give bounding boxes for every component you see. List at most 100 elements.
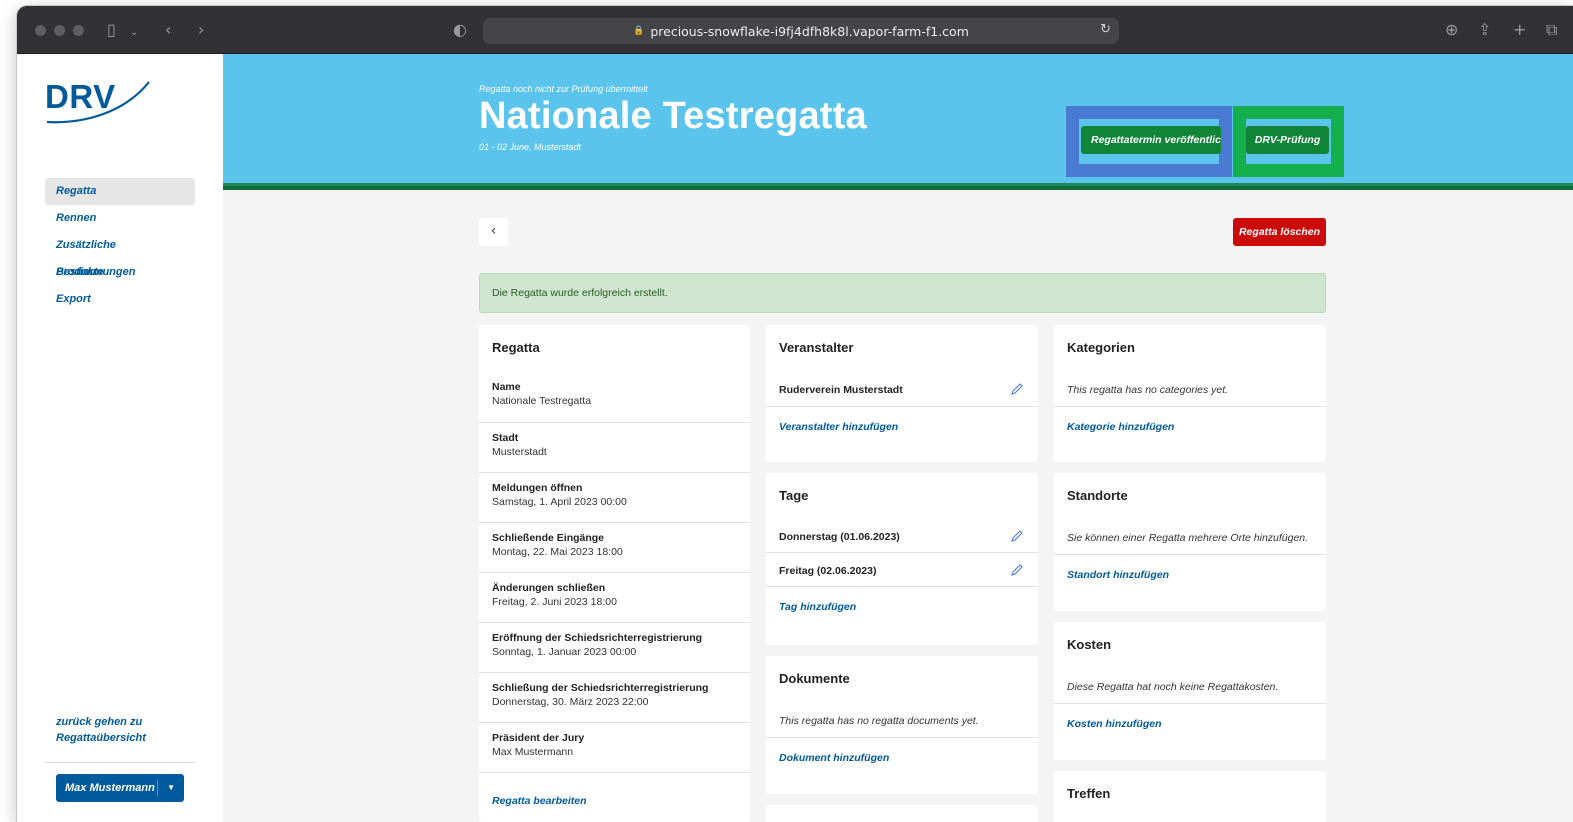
field-value: Nationale Testregatta [492,395,592,407]
user-menu-separator [157,780,158,796]
add-day-link[interactable]: Tag hinzufügen [766,601,1038,613]
field-value: Musterstadt [492,446,547,458]
regatta-status: Regatta noch nicht zur Prüfung übermitte… [479,84,648,94]
sidebar-nav: Regatta Rennen Zusätzliche Bestimmungen … [45,178,195,313]
privacy-shield-icon[interactable]: ◐ [453,20,467,40]
sidebar-divider [45,762,195,763]
kategorien-card: Kategorien This regatta has no categorie… [1054,325,1326,462]
field-row: Schließende Eingänge Montag, 22. Mai 202… [479,523,750,573]
regatta-card: Regatta Name Nationale Testregatta Stadt… [479,325,750,822]
field-value: Freitag, 2. Juni 2023 18:00 [492,596,617,608]
browser-window: ▯ ⌄ ‹ › ◐ 🔒 precious-snowflake-i9fj4dfh8… [17,6,1573,822]
empty-state-text: Diese Regatta hat noch keine Regattakost… [1067,681,1279,693]
sidebar-toggle-icon[interactable]: ▯ [107,20,116,40]
list-item: Donnerstag (01.06.2023) [766,519,1038,553]
field-row: Schließung der Schiedsrichterregistrieru… [479,673,750,723]
drv-logo[interactable]: DRV [45,78,155,128]
card-title: Dokumente [779,671,850,686]
add-category-link[interactable]: Kategorie hinzufügen [1054,421,1326,433]
day-label: Donnerstag (01.06.2023) [779,531,900,543]
sidebar-item-zusaetzliche-bestimmungen[interactable]: Zusätzliche Bestimmungen [45,232,195,278]
kosten-card: Kosten Diese Regatta hat noch keine Rega… [1054,622,1326,760]
sidebar: DRV Regatta Rennen Zusätzliche Bestimmun… [17,54,223,822]
list-item: Ruderverein Musterstadt [766,371,1038,407]
tage-card: Tage Donnerstag (01.06.2023) Freitag (02… [766,473,1038,645]
dokumente-card: Dokumente This regatta has no regatta do… [766,656,1038,794]
field-label: Name [492,381,521,393]
add-location-link[interactable]: Standort hinzufügen [1054,569,1326,581]
organizer-name: Ruderverein Musterstadt [779,384,903,396]
tab-overview-icon[interactable]: ⧉ [1546,20,1557,40]
field-label: Schließende Eingänge [492,532,605,544]
sidebar-item-export[interactable]: Export [45,286,195,313]
add-document-link[interactable]: Dokument hinzufügen [766,752,1038,764]
regatta-header: Regatta noch nicht zur Prüfung übermitte… [223,54,1573,183]
new-tab-icon[interactable]: + [1513,20,1526,40]
field-label: Stadt [492,432,519,444]
pencil-icon[interactable] [1010,563,1024,577]
url-text: precious-snowflake-i9fj4dfh8k8l.vapor-fa… [650,23,969,39]
day-label: Freitag (02.06.2023) [779,565,877,577]
success-alert: Die Regatta wurde erfolgreich erstellt. [479,273,1326,313]
pencil-icon[interactable] [1010,382,1024,396]
logo-swoosh-icon [46,81,150,124]
field-value: Samstag, 1. April 2023 00:00 [492,496,627,508]
back-button[interactable]: ‹ [479,218,508,246]
empty-state-text: This regatta has no categories yet. [1067,384,1229,396]
user-menu-button[interactable]: Max Mustermann ▼ [56,774,184,802]
address-bar[interactable]: 🔒 precious-snowflake-i9fj4dfh8k8l.vapor-… [483,18,1119,44]
chevron-down-icon[interactable]: ⌄ [130,23,138,43]
card-title: Treffen [1067,786,1111,801]
window-controls [35,25,84,36]
back-arrow-icon[interactable]: ‹ [165,20,171,40]
zoom-window-button[interactable] [73,25,84,36]
header-divider [223,183,1573,190]
drv-review-button[interactable]: DRV-Prüfung [1246,126,1329,154]
field-label: Änderungen schließen [492,582,606,594]
standorte-card: Standorte Sie können einer Regatta mehre… [1054,473,1326,611]
chevron-left-icon: ‹ [490,223,497,239]
field-value: Montag, 22. Mai 2023 18:00 [492,546,623,558]
sidebar-item-regatta[interactable]: Regatta [45,178,195,205]
pencil-icon[interactable] [1010,529,1024,543]
field-row: Eröffnung der Schiedsrichterregistrierun… [479,623,750,673]
field-value: Max Mustermann [492,746,574,758]
empty-state: This regatta has no categories yet. [1054,371,1326,407]
edit-regatta-link[interactable]: Regatta bearbeiten [479,795,750,807]
card-title: Kosten [1067,637,1112,652]
caret-down-icon[interactable]: ▼ [167,774,175,802]
field-label: Eröffnung der Schiedsrichterregistrierun… [492,632,703,644]
card-title: Standorte [1067,488,1128,503]
add-costs-link[interactable]: Kosten hinzufügen [1054,718,1326,730]
veranstalter-card: Veranstalter Ruderverein Musterstadt Ver… [766,325,1038,462]
card-title: Kategorien [1067,340,1135,355]
empty-state: This regatta has no regatta documents ye… [766,702,1038,738]
field-row: Stadt Musterstadt [479,423,750,473]
field-label: Präsident der Jury [492,732,585,744]
field-label: Meldungen öffnen [492,482,583,494]
treffen-card: Treffen [1054,771,1326,822]
field-label: Schließung der Schiedsrichterregistrieru… [492,682,709,694]
download-icon[interactable]: ⊕ [1445,20,1458,40]
card-title: Veranstalter [779,340,854,355]
sidebar-item-rennen[interactable]: Rennen [45,205,195,232]
share-icon[interactable]: ⇪ [1478,20,1491,40]
page-title: Nationale Testregatta [479,95,867,137]
forward-arrow-icon[interactable]: › [198,20,204,40]
back-to-overview-link[interactable]: zurück gehen zu Regattaübersicht [56,714,186,746]
empty-state: Diese Regatta hat noch keine Regattakost… [1054,668,1326,704]
add-organizer-link[interactable]: Veranstalter hinzufügen [766,421,1038,433]
empty-state: Sie können einer Regatta mehrere Orte hi… [1054,519,1326,555]
field-row: Präsident der Jury Max Mustermann [479,723,750,773]
reload-icon[interactable]: ↻ [1100,22,1111,37]
close-window-button[interactable] [35,25,46,36]
delete-regatta-button[interactable]: Regatta löschen [1233,218,1326,246]
empty-state-text: This regatta has no regatta documents ye… [779,715,979,727]
card-title: Tage [779,488,809,503]
empty-state-text: Sie können einer Regatta mehrere Orte hi… [1067,532,1309,544]
field-row: Änderungen schließen Freitag, 2. Juni 20… [479,573,750,623]
card-title: Regatta [492,340,540,355]
publish-regatta-button[interactable]: Regattatermin veröffentlichen [1081,126,1221,154]
minimize-window-button[interactable] [54,25,65,36]
field-row: Name Nationale Testregatta [479,371,750,423]
